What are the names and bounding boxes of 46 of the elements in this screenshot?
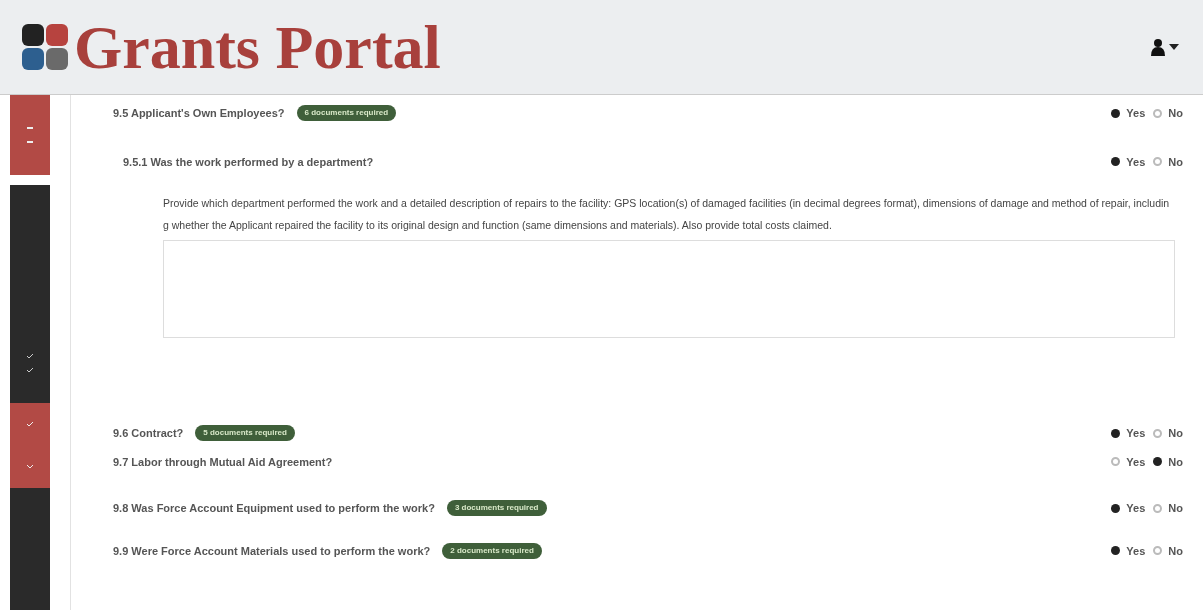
radio-label: No [1168,426,1183,441]
radio-label: No [1168,501,1183,516]
radio-button[interactable] [1111,546,1121,556]
sidebar-section[interactable] [10,403,50,488]
question-text: 9.8 Was Force Account Equipment used to perform the work? [113,501,435,516]
question-text: 9.6 Contract? [113,426,184,441]
documents-badge: 5 documents required [195,425,295,442]
radio-label: Yes [1126,454,1146,470]
radio-button[interactable] [1153,428,1163,438]
question-text: 9.9 Were Force Account Materials used to perform the work? [113,543,431,559]
question-text: 9.7 Labor through Mutual Aid Agreement? [113,454,333,470]
question-text: 9.5 Applicant's Own Employees? [113,106,285,121]
documents-badge: 6 documents required [296,105,397,122]
sidebar-tab[interactable] [10,95,50,175]
radio-label: Yes [1126,106,1146,121]
radio-label: No [1168,154,1183,170]
instructions-paragraph: Provide which department performed the work and a detailed description of repairs to the facility: GPS location(s) of damaged facilities (in decimal degrees format), dimensions of damage and method of repair, including whether the Applicant repaired the facility to its original design and function (same dimensions and materials). Also provide total costs claimed. [163,196,1171,233]
documents-badge: 2 documents required [442,542,542,559]
user-menu-button[interactable] [1151,38,1179,56]
caret-icon [1169,44,1179,50]
radio-button[interactable] [1153,546,1163,556]
radio-label: Yes [1126,154,1146,170]
minus-icon [27,127,33,129]
chevron-down-icon [26,463,34,470]
radio-button[interactable] [1111,157,1121,167]
radio-label: Yes [1126,543,1146,559]
radio-button[interactable] [1153,108,1163,118]
radio-button[interactable] [1111,428,1121,438]
portal-title: Grants Portal [74,16,441,78]
radio-button[interactable] [1153,157,1163,167]
radio-label: No [1168,454,1183,470]
user-icon [1151,38,1165,56]
radio-label: No [1168,543,1183,559]
radio-label: No [1168,106,1183,121]
description-field[interactable] [163,240,1175,338]
radio-button[interactable] [1111,503,1121,513]
radio-label: Yes [1126,426,1146,441]
radio-button[interactable] [1111,108,1121,118]
radio-button[interactable] [1153,457,1163,467]
question-text: 9.5.1 Was the work performed by a department? [123,154,374,170]
radio-button[interactable] [1111,457,1121,467]
documents-badge: 3 documents required [446,500,547,517]
minus-icon [27,141,33,143]
check-icon [26,421,34,428]
radio-label: Yes [1126,501,1146,516]
radio-button[interactable] [1153,503,1163,513]
